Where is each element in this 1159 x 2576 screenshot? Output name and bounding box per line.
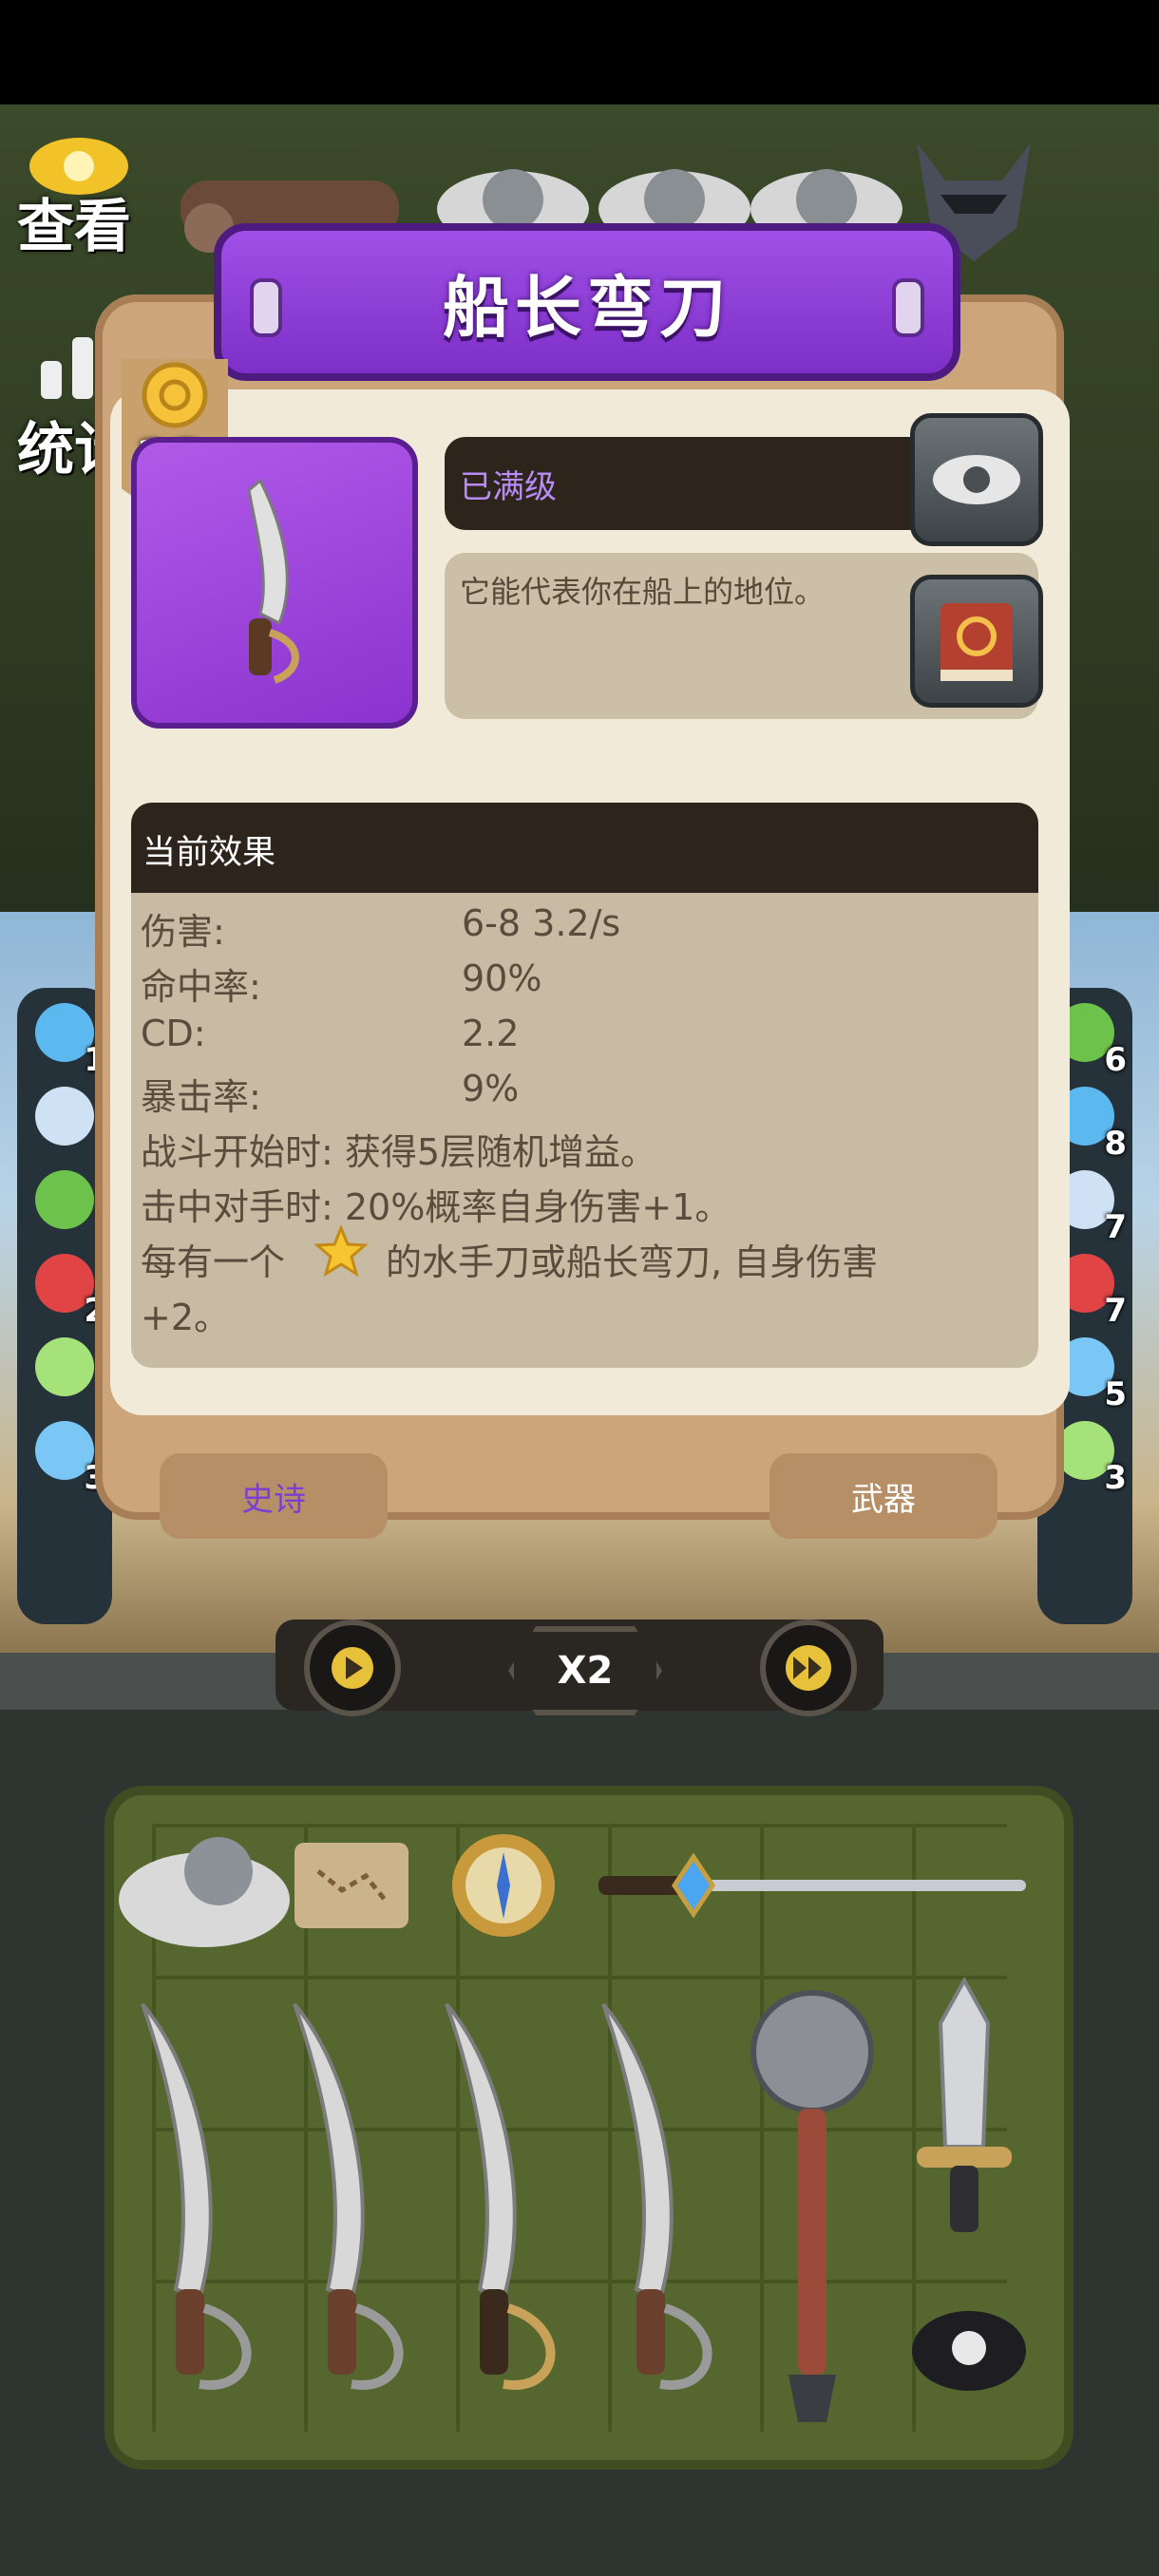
buff-slot[interactable] — [27, 1165, 103, 1246]
play-button[interactable] — [304, 1619, 401, 1716]
effects-body: 伤害: 6-8 3.2/s 命中率: 90% CD: 2.2 暴击率: 9% 战… — [131, 893, 1038, 1368]
buff-count: 6 — [1104, 1041, 1127, 1079]
effects-title: 当前效果 — [142, 833, 276, 872]
effect-line: 击中对手时: 20%概率自身伤害+1。 — [141, 1186, 732, 1228]
stat-value: 9% — [462, 1068, 520, 1109]
level-status: 已满级 — [460, 467, 557, 506]
title-banner: 船长弯刀 — [214, 223, 960, 381]
effect-line: 战斗开始时: 获得5层随机增益。 — [141, 1131, 657, 1173]
treasure-map-icon[interactable] — [290, 1833, 413, 1938]
compass-icon[interactable] — [446, 1828, 560, 1942]
stat-value: 6-8 3.2/s — [462, 902, 621, 944]
view-item-button[interactable] — [910, 413, 1043, 546]
coin-icon — [142, 362, 208, 428]
stat-value: 2.2 — [462, 1013, 520, 1054]
item-description: 它能代表你在船上的地位。 — [460, 574, 826, 610]
poison-skull-icon — [35, 1337, 94, 1396]
leaf-buff-icon — [35, 1170, 94, 1229]
eyepatch-icon[interactable] — [902, 2299, 1036, 2403]
buff-slot[interactable]: 3 — [27, 1415, 106, 1497]
effects-header: 当前效果 — [131, 803, 1038, 896]
buff-slot[interactable]: 2 — [27, 1248, 106, 1330]
banner-pin-left — [250, 278, 282, 337]
buff-count: 7 — [1104, 1292, 1127, 1330]
sailor-knife-icon[interactable] — [124, 1995, 276, 2403]
buff-count: 3 — [1104, 1459, 1127, 1497]
item-codex-button[interactable] — [910, 575, 1043, 708]
scimitar-icon — [247, 478, 299, 684]
play-icon — [332, 1647, 373, 1689]
rarity-tag: 史诗 — [160, 1453, 388, 1539]
effect-line: +2。 — [141, 1297, 231, 1338]
fast-forward-icon — [786, 1645, 831, 1691]
buff-slot[interactable] — [27, 1332, 103, 1413]
buff-slot[interactable]: 1 — [27, 997, 106, 1079]
effect-line: 的水手刀或船长弯刀, 自身伤害 — [386, 1241, 879, 1283]
buff-count: 5 — [1104, 1375, 1127, 1413]
dagger-icon[interactable] — [902, 1976, 1026, 2261]
type-tag: 武器 — [770, 1453, 998, 1539]
rapier-icon[interactable] — [580, 1847, 1036, 1923]
sailor-knife-icon[interactable] — [584, 1995, 736, 2403]
book-icon — [940, 603, 1013, 681]
spiked-mace-icon[interactable] — [732, 1976, 893, 2432]
captain-scimitar-icon[interactable] — [428, 1995, 580, 2403]
stat-label: 伤害: — [141, 911, 225, 953]
level-bar: 已满级 — [445, 437, 939, 530]
buff-count: 7 — [1104, 1208, 1127, 1246]
star-icon — [314, 1225, 368, 1278]
effect-line: 每有一个 — [141, 1241, 286, 1283]
bomb-cloud-icon[interactable] — [114, 1814, 294, 1957]
stat-value: 90% — [462, 957, 542, 999]
buff-slot[interactable] — [27, 1081, 103, 1163]
speed-multiplier-button[interactable]: X2 — [508, 1626, 662, 1715]
item-card — [131, 437, 418, 729]
view-button[interactable]: 查看 — [17, 180, 131, 263]
stat-label: 命中率: — [141, 966, 261, 1008]
stat-label: CD: — [141, 1013, 206, 1054]
sailor-knife-icon[interactable] — [276, 1995, 428, 2403]
item-title: 船长弯刀 — [443, 268, 732, 347]
eye-icon — [933, 455, 1020, 504]
wing-buff-icon — [35, 1087, 94, 1146]
buff-count: 8 — [1104, 1125, 1127, 1163]
banner-pin-right — [892, 278, 924, 337]
fast-forward-button[interactable] — [760, 1619, 857, 1716]
stat-label: 暴击率: — [141, 1076, 261, 1118]
